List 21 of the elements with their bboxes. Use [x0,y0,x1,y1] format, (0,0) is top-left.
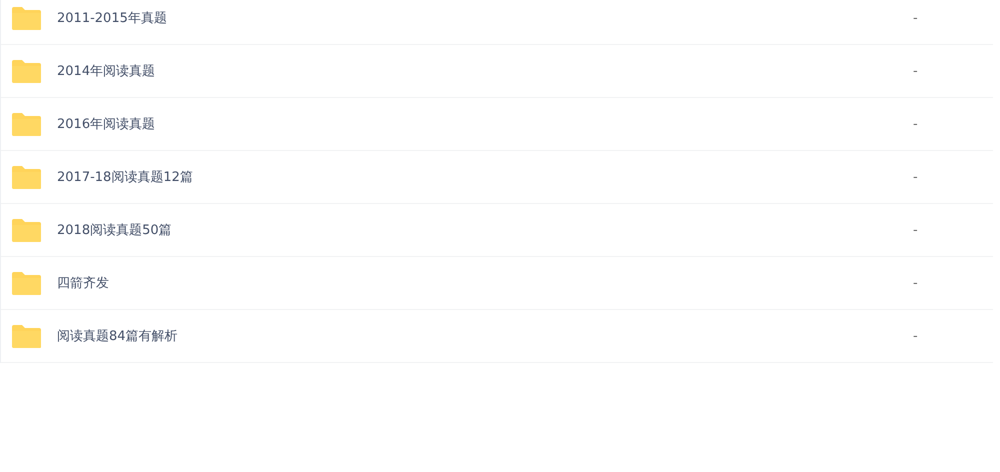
file-name[interactable]: 四箭齐发 [57,274,913,292]
folder-icon [11,324,42,348]
file-size: - [913,276,919,290]
file-size: - [913,64,919,78]
file-name[interactable]: 2014年阅读真题 [57,62,913,80]
file-name[interactable]: 2018阅读真题50篇 [57,221,913,239]
folder-icon [11,112,42,136]
file-name[interactable]: 阅读真题84篇有解析 [57,327,913,345]
file-name[interactable]: 2016年阅读真题 [57,115,913,133]
file-name[interactable]: 2011-2015年真题 [57,9,913,27]
file-size: - [913,328,919,344]
folder-icon [11,218,42,242]
folder-icon [11,270,42,296]
file-size: - [913,170,919,184]
file-size: - [913,116,919,132]
folder-icon [11,164,42,190]
folder-icon [11,6,42,30]
file-size: - [913,222,919,238]
folder-icon [11,58,42,84]
file-name[interactable]: 2017-18阅读真题12篇 [57,168,913,186]
file-size: - [913,10,919,26]
